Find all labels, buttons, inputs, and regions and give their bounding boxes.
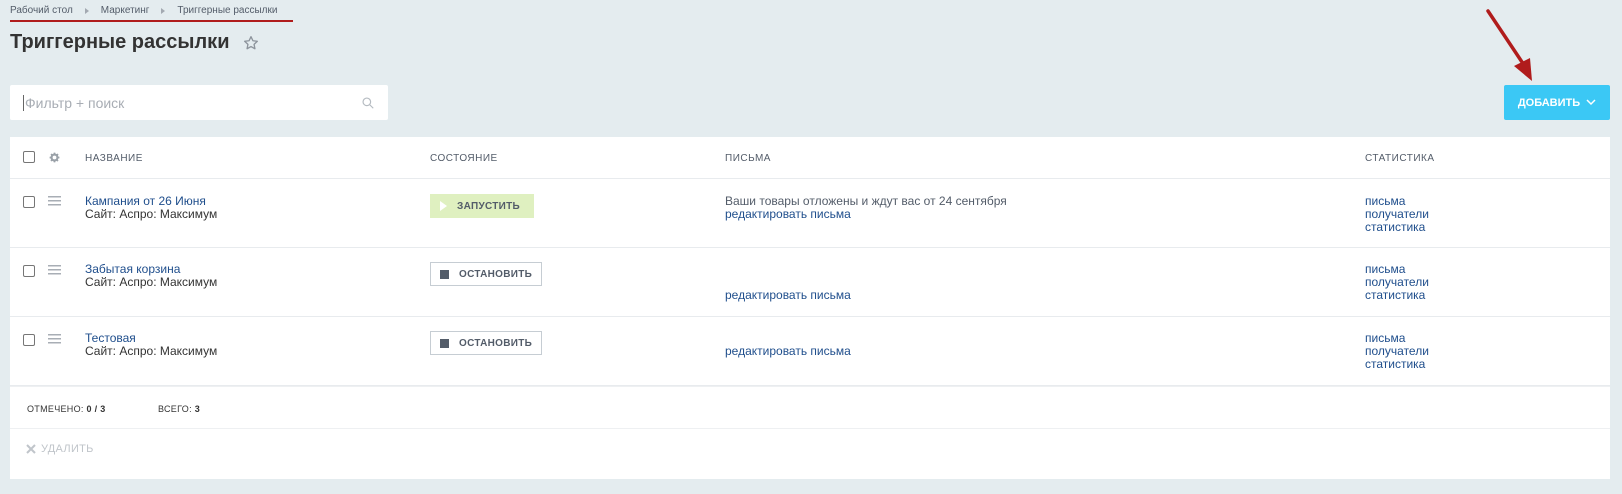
breadcrumb-trigger-mailings[interactable]: Триггерные рассылки — [177, 5, 277, 16]
row-letters-cell: редактировать письма — [725, 345, 851, 358]
add-button[interactable]: ДОБАВИТЬ — [1504, 85, 1610, 120]
menu-icon[interactable] — [48, 334, 61, 344]
edit-letters-link[interactable]: редактировать письма — [725, 288, 851, 302]
chevron-down-icon — [1586, 99, 1596, 106]
row-name-link[interactable]: Кампания от 26 Июня — [85, 194, 206, 208]
row-site: Сайт: Аспро: Максимум — [85, 207, 218, 221]
total-count-value: 3 — [194, 404, 201, 414]
row-checkbox[interactable] — [23, 196, 35, 208]
edit-letters-link[interactable]: редактировать письма — [725, 207, 851, 221]
filter-search-input[interactable] — [23, 94, 361, 111]
star-icon[interactable] — [243, 35, 259, 51]
delete-button[interactable]: УДАЛИТЬ — [26, 443, 94, 455]
stats-statistics-link[interactable]: статистика — [1365, 221, 1429, 234]
header-letters[interactable]: ПИСЬМА — [725, 153, 771, 164]
row-name-link[interactable]: Тестовая — [85, 331, 136, 345]
row-stats-cell: письма получатели статистика — [1365, 195, 1429, 234]
start-button[interactable]: ЗАПУСТИТЬ — [430, 194, 534, 218]
page-title-wrap: Триггерные рассылки — [10, 31, 259, 54]
header-name[interactable]: НАЗВАНИЕ — [85, 153, 143, 164]
selected-count-label: ОТМЕЧЕНО: — [27, 404, 84, 414]
add-button-label: ДОБАВИТЬ — [1517, 96, 1581, 109]
filter-search-box[interactable] — [10, 85, 388, 120]
menu-icon[interactable] — [48, 196, 61, 206]
gear-icon[interactable] — [48, 151, 61, 164]
total-count-label: ВСЕГО: — [158, 404, 192, 414]
row-name-cell: Забытая корзина Сайт: Аспро: Максимум — [85, 263, 217, 289]
row-letters-cell: редактировать письма — [725, 289, 851, 302]
stop-button[interactable]: ОСТАНОВИТЬ — [430, 262, 542, 286]
row-checkbox[interactable] — [23, 265, 35, 277]
row-site: Сайт: Аспро: Максимум — [85, 275, 218, 289]
stop-button-label: ОСТАНОВИТЬ — [459, 268, 533, 280]
row-checkbox[interactable] — [23, 334, 35, 346]
row-name-link[interactable]: Забытая корзина — [85, 262, 180, 276]
table-row: Тестовая Сайт: Аспро: Максимум ОСТАНОВИТ… — [10, 317, 1610, 386]
selected-count-value: 0 / 3 — [86, 404, 106, 414]
select-all-checkbox[interactable] — [23, 151, 35, 163]
row-name-cell: Тестовая Сайт: Аспро: Максимум — [85, 332, 217, 358]
breadcrumb: Рабочий стол Маркетинг Триггерные рассыл… — [10, 5, 293, 22]
edit-letters-link[interactable]: редактировать письма — [725, 344, 851, 358]
breadcrumb-marketing[interactable]: Маркетинг — [101, 5, 150, 16]
breadcrumb-chevron-icon — [161, 7, 166, 14]
row-letters-cell: Ваши товары отложены и ждут вас от 24 се… — [725, 195, 1007, 221]
mailings-table: НАЗВАНИЕ СОСТОЯНИЕ ПИСЬМА СТАТИСТИКА Кам… — [10, 137, 1610, 479]
row-stats-cell: письма получатели статистика — [1365, 263, 1429, 302]
total-count: ВСЕГО: 3 — [158, 404, 200, 414]
menu-icon[interactable] — [48, 265, 61, 275]
header-stats[interactable]: СТАТИСТИКА — [1365, 153, 1435, 164]
stop-button-label: ОСТАНОВИТЬ — [459, 337, 533, 349]
stop-button[interactable]: ОСТАНОВИТЬ — [430, 331, 542, 355]
table-row: Забытая корзина Сайт: Аспро: Максимум ОС… — [10, 248, 1610, 317]
breadcrumb-desktop[interactable]: Рабочий стол — [10, 5, 73, 16]
row-name-cell: Кампания от 26 Июня Сайт: Аспро: Максиму… — [85, 195, 217, 221]
stop-icon — [440, 338, 449, 348]
delete-button-label: УДАЛИТЬ — [41, 443, 94, 455]
start-button-label: ЗАПУСТИТЬ — [457, 200, 521, 212]
search-icon[interactable] — [361, 96, 375, 110]
play-icon — [440, 201, 447, 211]
stats-statistics-link[interactable]: статистика — [1365, 358, 1429, 371]
red-arrow-icon — [1486, 9, 1532, 81]
close-icon — [26, 444, 36, 454]
row-site: Сайт: Аспро: Максимум — [85, 344, 218, 358]
stop-icon — [440, 269, 449, 279]
header-state[interactable]: СОСТОЯНИЕ — [430, 153, 498, 164]
table-row: Кампания от 26 Июня Сайт: Аспро: Максиму… — [10, 179, 1610, 248]
breadcrumb-chevron-icon — [84, 7, 89, 14]
row-stats-cell: письма получатели статистика — [1365, 332, 1429, 371]
table-header-row: НАЗВАНИЕ СОСТОЯНИЕ ПИСЬМА СТАТИСТИКА — [10, 137, 1610, 179]
page-title: Триггерные рассылки — [10, 31, 230, 53]
selected-count: ОТМЕЧЕНО: 0 / 3 — [27, 404, 106, 414]
stats-statistics-link[interactable]: статистика — [1365, 289, 1429, 302]
table-footer: ОТМЕЧЕНО: 0 / 3 ВСЕГО: 3 — [10, 386, 1610, 429]
